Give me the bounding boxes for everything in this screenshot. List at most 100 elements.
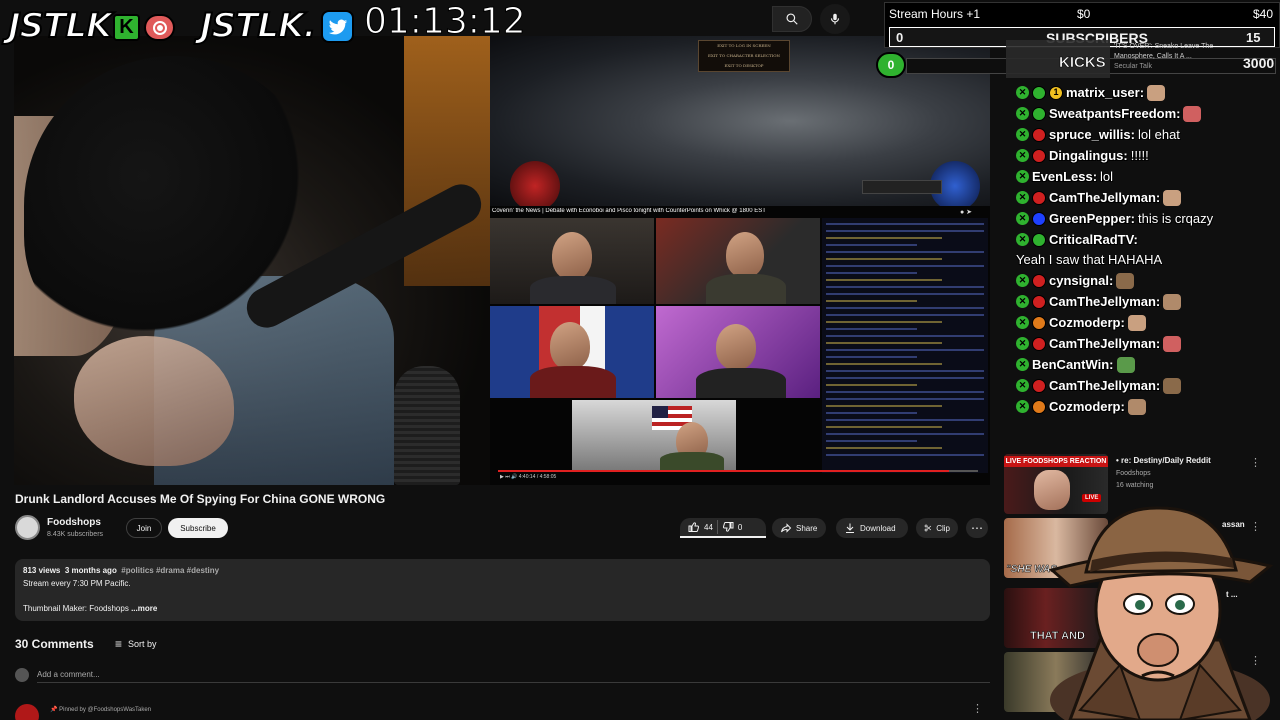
chat-emote-icon — [1163, 377, 1182, 394]
recommended-menu-button[interactable]: ⋮ — [1250, 456, 1261, 469]
subscriber-badge-icon: 1 — [1049, 85, 1063, 100]
chat-username[interactable]: CamTheJellyman: — [1049, 335, 1160, 352]
chat-username[interactable]: SweatpantsFreedom: — [1049, 105, 1180, 122]
download-label: Download — [860, 523, 896, 533]
description-line: Thumbnail Maker: Foodshops ...more — [23, 603, 982, 616]
debate-progress-bar[interactable] — [498, 470, 978, 472]
delete-message-icon[interactable]: ✕ — [1016, 212, 1029, 225]
chat-message-text: Yeah I saw that HAHAHA — [1016, 252, 1163, 267]
delete-message-icon[interactable]: ✕ — [1016, 337, 1029, 350]
delete-message-icon[interactable]: ✕ — [1016, 400, 1029, 413]
delete-message-icon[interactable]: ✕ — [1016, 295, 1029, 308]
stream-timer: 01:13:12 — [364, 1, 527, 42]
webcam-feed — [14, 36, 490, 485]
delete-message-icon[interactable]: ✕ — [1016, 128, 1029, 141]
more-actions-button[interactable]: ⋯ — [966, 518, 988, 538]
debate-participant-tile — [656, 306, 820, 398]
description-box[interactable]: 813 views 3 months ago #politics #drama … — [15, 559, 990, 621]
chat-message: ✕ spruce_willis: lol ehat — [1012, 124, 1280, 145]
share-label: Share — [796, 523, 818, 533]
chat-emote-icon — [1127, 314, 1146, 331]
recommended-channel[interactable]: Foodshops — [1116, 470, 1151, 477]
like-divider — [716, 520, 718, 534]
debate-participant-tile — [490, 306, 654, 398]
delete-message-icon[interactable]: ✕ — [1016, 107, 1029, 120]
delete-message-icon[interactable]: ✕ — [1016, 358, 1029, 371]
pinned-by-text: Pinned by @FoodshopsWasTaken — [59, 707, 152, 713]
chat-username[interactable]: CamTheJellyman: — [1049, 377, 1160, 394]
delete-message-icon[interactable]: ✕ — [1016, 191, 1029, 204]
join-button[interactable]: Join — [126, 518, 162, 538]
health-orb — [510, 161, 560, 211]
sort-comments-button[interactable]: ≡ Sort by — [115, 637, 157, 651]
chat-message: ✕ 1 matrix_user: — [1012, 82, 1280, 103]
sort-label: Sort by — [128, 639, 157, 649]
download-icon — [846, 523, 854, 533]
chat-username[interactable]: BenCantWin: — [1032, 356, 1114, 373]
comment-menu-button[interactable]: ⋮ — [972, 702, 983, 715]
share-button[interactable]: Share — [772, 518, 826, 538]
voice-search-button[interactable] — [820, 4, 850, 34]
chat-username[interactable]: Dingalingus: — [1049, 147, 1128, 164]
user-avatar — [15, 668, 29, 682]
sort-icon: ≡ — [115, 637, 123, 651]
chat-emote-icon — [1147, 84, 1166, 101]
game-menu-item: EXIT TO DESKTOP — [724, 63, 764, 68]
delete-message-icon[interactable]: ✕ — [1016, 149, 1029, 162]
chat-message: ✕ CamTheJellyman: — [1012, 291, 1280, 312]
channel-avatar[interactable] — [15, 515, 40, 540]
chat-message: ✕ SweatpantsFreedom: — [1012, 103, 1280, 124]
clip-label: Clip — [936, 523, 950, 533]
twitter-bird-icon — [321, 10, 354, 43]
detective-mascot — [1048, 506, 1274, 720]
like-button[interactable]: 44 — [688, 521, 713, 533]
kicks-goal-target: 3000 — [1243, 55, 1275, 71]
dislike-button[interactable]: 0 — [722, 521, 742, 533]
subscribe-button[interactable]: Subscribe — [168, 518, 228, 538]
download-button[interactable]: Download — [836, 518, 908, 538]
delete-message-icon[interactable]: ✕ — [1016, 86, 1029, 99]
add-comment-input[interactable]: Add a comment... — [37, 670, 990, 683]
search-button[interactable] — [772, 6, 812, 32]
chat-username[interactable]: CriticalRadTV: — [1049, 231, 1138, 248]
chat-emote-icon — [1116, 272, 1135, 289]
scissors-icon — [924, 524, 932, 532]
chat-username[interactable]: CamTheJellyman: — [1049, 293, 1160, 310]
delete-message-icon[interactable]: ✕ — [1016, 274, 1029, 287]
delete-message-icon[interactable]: ✕ — [1016, 233, 1029, 246]
delete-message-icon[interactable]: ✕ — [1016, 316, 1029, 329]
chat-username[interactable]: spruce_willis: — [1049, 126, 1135, 143]
pinned-comment-avatar[interactable] — [15, 704, 39, 720]
chat-username[interactable]: CamTheJellyman: — [1049, 189, 1160, 206]
studio-microphone — [394, 366, 460, 485]
recommended-title: • re: Destiny/Daily Reddit — [1116, 456, 1211, 465]
chat-username[interactable]: cynsignal: — [1049, 272, 1113, 289]
brand-logo: JSTLK — [7, 5, 113, 47]
channel-name[interactable]: Foodshops — [47, 517, 101, 528]
chat-emote-icon — [1127, 398, 1146, 415]
stream-chat-overlay: ✕ 1 matrix_user: ✕ SweatpantsFreedom: ✕ spruce… — [1012, 82, 1280, 417]
clip-button[interactable]: Clip — [916, 518, 958, 538]
donation-goal-end: $40 — [1253, 7, 1274, 21]
debate-player-controls: ▶ ⏭ 🔊 4:40:14 / 4:58:05 — [500, 474, 557, 480]
chat-message: ✕ Cozmoderp: — [1012, 312, 1280, 333]
delete-message-icon[interactable]: ✕ — [1016, 379, 1029, 392]
chat-username[interactable]: EvenLess: — [1032, 168, 1097, 185]
chat-badge-icon — [1032, 211, 1046, 226]
hashtags[interactable]: #politics #drama #destiny — [121, 566, 219, 575]
chat-username[interactable]: GreenPepper: — [1049, 210, 1135, 227]
like-count: 44 — [704, 522, 713, 532]
chat-username[interactable]: Cozmoderp: — [1049, 314, 1125, 331]
chat-message: ✕ CamTheJellyman: — [1012, 375, 1280, 396]
delete-message-icon[interactable]: ✕ — [1016, 170, 1029, 183]
show-more-link[interactable]: ...more — [131, 604, 157, 613]
description-line: Stream every 7:30 PM Pacific. — [23, 578, 131, 588]
chat-username[interactable]: Cozmoderp: — [1049, 398, 1125, 415]
debate-time: 4:40:14 / 4:58:05 — [518, 474, 557, 480]
chat-message: ✕ CamTheJellyman: — [1012, 187, 1280, 208]
video-player[interactable]: EXIT TO LOG IN SCREEN EXIT TO CHARACTER … — [14, 36, 990, 485]
thumbs-up-icon — [688, 522, 700, 532]
subscriber-count: 8.43K subscribers — [47, 531, 104, 538]
chat-username[interactable]: matrix_user: — [1066, 84, 1144, 101]
chat-badge-icon — [1032, 148, 1046, 163]
